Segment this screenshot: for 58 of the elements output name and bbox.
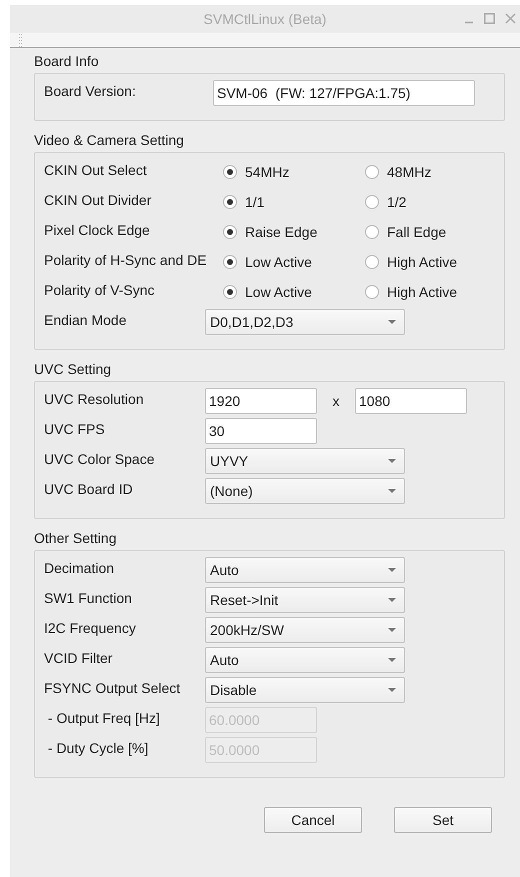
radio-button[interactable]: High Active xyxy=(365,282,507,302)
field-label: UVC Board ID xyxy=(44,480,134,499)
maximize-icon[interactable] xyxy=(484,12,495,24)
caret-icon xyxy=(388,658,396,662)
separator-label: x xyxy=(332,392,340,410)
radio-button[interactable]: Low Active xyxy=(223,252,365,272)
dropdown[interactable]: Disable xyxy=(205,677,405,703)
dialog-button[interactable]: Cancel xyxy=(264,807,362,833)
dropdown[interactable]: UYVY xyxy=(205,448,405,474)
dropdown[interactable]: Auto xyxy=(205,557,405,583)
field-label: CKIN Out Divider xyxy=(44,191,152,210)
field-label: SW1 Function xyxy=(44,589,133,608)
field-label: Decimation xyxy=(44,559,116,578)
field-label: FSYNC Output Select xyxy=(44,679,182,698)
dropdown[interactable]: D0,D1,D2,D3 xyxy=(205,309,405,335)
caret-icon xyxy=(388,459,396,463)
caret-icon xyxy=(388,320,396,324)
section-title: UVC Setting xyxy=(34,360,112,379)
dropdown[interactable]: Auto xyxy=(205,647,405,673)
field-label: - Output Freq [Hz] xyxy=(46,709,161,728)
radio-button[interactable]: 48MHz xyxy=(365,162,507,182)
input-field[interactable]: SVM-06 (FW: 127/FPGA:1.75) xyxy=(213,80,475,106)
section-title: Board Info xyxy=(34,52,100,71)
window-title: SVMCtlLinux (Beta) xyxy=(204,10,326,29)
close-icon[interactable] xyxy=(505,12,516,24)
input-field[interactable]: 30 xyxy=(205,418,317,444)
caret-icon xyxy=(388,688,396,692)
radio-button[interactable]: Low Active xyxy=(223,282,365,302)
input-field[interactable]: 1920 xyxy=(205,388,317,414)
field-label: Polarity of H-Sync and DE xyxy=(44,251,205,270)
section-title: Video & Camera Setting xyxy=(34,131,185,150)
field-label: Polarity of V-Sync xyxy=(44,281,156,300)
caret-icon xyxy=(388,598,396,602)
radio-button[interactable]: Raise Edge xyxy=(223,222,365,242)
caret-icon xyxy=(388,628,396,632)
field-label: VCID Filter xyxy=(44,649,114,668)
dropdown[interactable]: Reset->Init xyxy=(205,587,405,613)
caret-icon xyxy=(388,568,396,572)
field-label: UVC Color Space xyxy=(44,450,156,469)
caret-icon xyxy=(388,489,396,493)
field-label: I2C Frequency xyxy=(44,619,137,638)
field-label: UVC FPS xyxy=(44,420,106,439)
radio-button[interactable]: High Active xyxy=(365,252,507,272)
section-title: Other Setting xyxy=(34,529,118,548)
input-field[interactable]: 1080 xyxy=(355,388,467,414)
dropdown[interactable]: 200kHz/SW xyxy=(205,617,405,643)
radio-button[interactable]: Fall Edge xyxy=(365,222,507,242)
radio-button[interactable]: 54MHz xyxy=(223,162,365,182)
field-label: CKIN Out Select xyxy=(44,161,148,180)
radio-button[interactable]: 1/2 xyxy=(365,192,507,212)
field-label: Board Version: xyxy=(44,82,137,101)
field-label: Endian Mode xyxy=(44,311,128,330)
dialog-button[interactable]: Set xyxy=(394,807,492,833)
field-label: - Duty Cycle [%] xyxy=(46,739,150,758)
radio-button[interactable]: 1/1 xyxy=(223,192,365,212)
field-label: UVC Resolution xyxy=(44,390,145,409)
dropdown[interactable]: (None) xyxy=(205,478,405,504)
field-label: Pixel Clock Edge xyxy=(44,221,151,240)
